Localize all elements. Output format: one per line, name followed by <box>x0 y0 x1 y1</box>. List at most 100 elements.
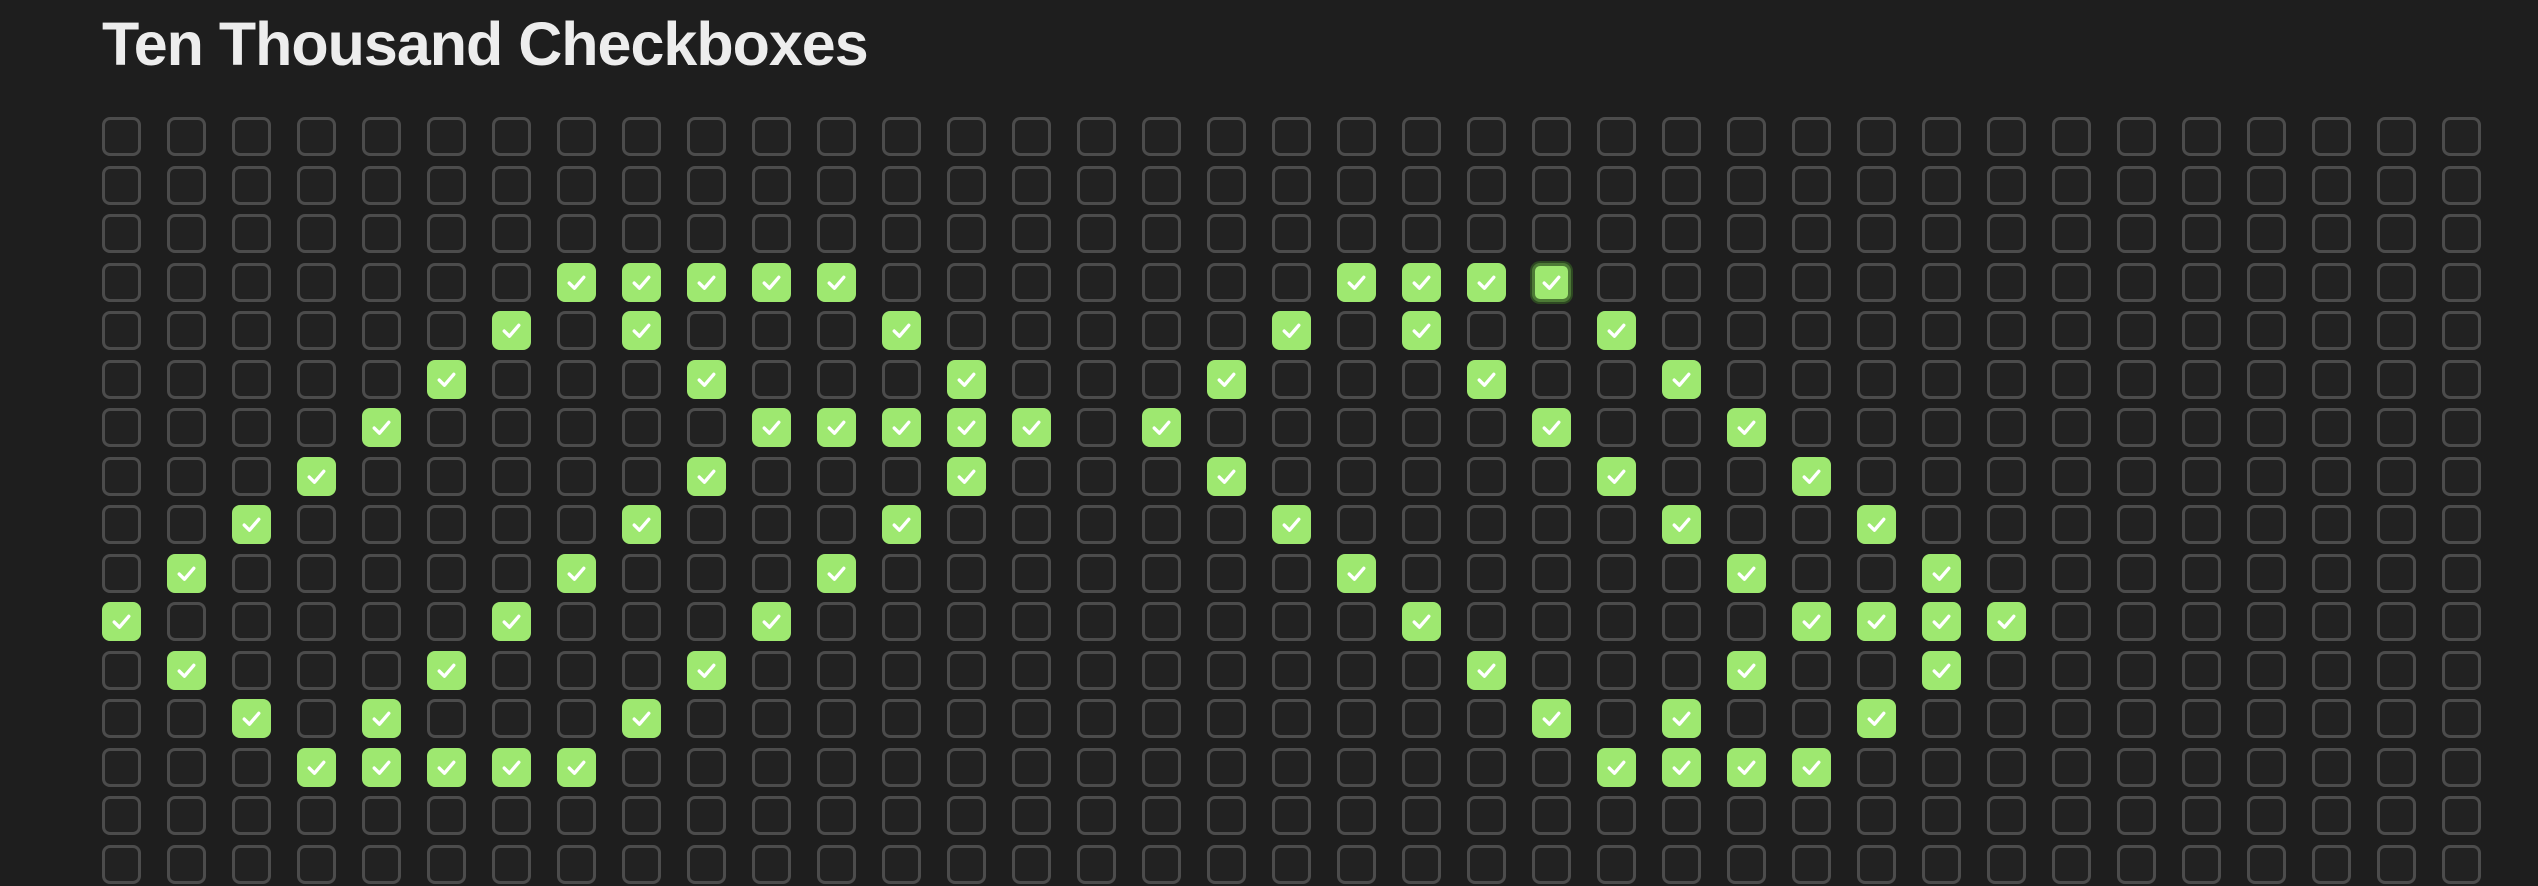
checkbox[interactable] <box>1857 456 1896 496</box>
checkbox[interactable] <box>232 602 271 641</box>
checkbox[interactable] <box>1012 747 1051 787</box>
checkbox[interactable] <box>427 214 466 253</box>
checkbox[interactable] <box>232 214 271 253</box>
checkbox[interactable] <box>1012 650 1051 690</box>
checkbox[interactable] <box>882 262 921 302</box>
checkbox[interactable] <box>297 650 336 690</box>
checkbox[interactable] <box>2377 553 2416 593</box>
checkbox[interactable] <box>2312 699 2351 738</box>
checkbox[interactable] <box>427 699 466 738</box>
checkbox[interactable] <box>1987 359 2026 399</box>
checkbox[interactable] <box>752 262 791 302</box>
checkbox[interactable] <box>557 165 596 205</box>
checkbox[interactable] <box>622 311 661 350</box>
checkbox[interactable] <box>1857 262 1896 302</box>
checkbox[interactable] <box>2247 262 2286 302</box>
checkbox[interactable] <box>1662 796 1701 835</box>
checkbox[interactable] <box>492 262 531 302</box>
checkbox[interactable] <box>1077 796 1116 835</box>
checkbox[interactable] <box>1857 602 1896 641</box>
checkbox[interactable] <box>752 214 791 253</box>
checkbox[interactable] <box>557 505 596 544</box>
checkbox[interactable] <box>1727 117 1766 156</box>
checkbox[interactable] <box>2377 117 2416 156</box>
checkbox[interactable] <box>1207 165 1246 205</box>
checkbox[interactable] <box>1467 408 1506 447</box>
checkbox[interactable] <box>102 699 141 738</box>
checkbox[interactable] <box>1662 553 1701 593</box>
checkbox[interactable] <box>1402 165 1441 205</box>
checkbox[interactable] <box>297 553 336 593</box>
checkbox[interactable] <box>557 553 596 593</box>
checkbox[interactable] <box>1922 117 1961 156</box>
checkbox[interactable] <box>2247 796 2286 835</box>
checkbox[interactable] <box>2247 214 2286 253</box>
checkbox[interactable] <box>492 165 531 205</box>
checkbox[interactable] <box>1987 408 2026 447</box>
checkbox[interactable] <box>2312 214 2351 253</box>
checkbox[interactable] <box>1077 311 1116 350</box>
checkbox[interactable] <box>1077 165 1116 205</box>
checkbox[interactable] <box>1337 650 1376 690</box>
checkbox[interactable] <box>1207 505 1246 544</box>
checkbox[interactable] <box>102 505 141 544</box>
checkbox[interactable] <box>1012 699 1051 738</box>
checkbox[interactable] <box>2117 505 2156 544</box>
checkbox[interactable] <box>102 796 141 835</box>
checkbox[interactable] <box>1337 699 1376 738</box>
checkbox[interactable] <box>752 844 791 884</box>
checkbox[interactable] <box>2117 456 2156 496</box>
checkbox[interactable] <box>1532 747 1571 787</box>
checkbox[interactable] <box>687 311 726 350</box>
checkbox[interactable] <box>882 553 921 593</box>
checkbox[interactable] <box>1792 650 1831 690</box>
checkbox[interactable] <box>1662 359 1701 399</box>
checkbox[interactable] <box>2312 117 2351 156</box>
checkbox[interactable] <box>2442 311 2481 350</box>
checkbox[interactable] <box>2117 262 2156 302</box>
checkbox[interactable] <box>102 165 141 205</box>
checkbox[interactable] <box>1662 602 1701 641</box>
checkbox[interactable] <box>1597 747 1636 787</box>
checkbox[interactable] <box>1792 262 1831 302</box>
checkbox[interactable] <box>102 456 141 496</box>
checkbox[interactable] <box>1727 699 1766 738</box>
checkbox[interactable] <box>2377 311 2416 350</box>
checkbox[interactable] <box>817 747 856 787</box>
checkbox[interactable] <box>1337 214 1376 253</box>
checkbox[interactable] <box>1727 747 1766 787</box>
checkbox[interactable] <box>2182 117 2221 156</box>
checkbox[interactable] <box>1792 117 1831 156</box>
checkbox[interactable] <box>2247 747 2286 787</box>
checkbox[interactable] <box>1857 747 1896 787</box>
checkbox[interactable] <box>2377 214 2416 253</box>
checkbox[interactable] <box>232 796 271 835</box>
checkbox[interactable] <box>1792 505 1831 544</box>
checkbox[interactable] <box>167 262 206 302</box>
checkbox[interactable] <box>1272 456 1311 496</box>
checkbox[interactable] <box>1337 505 1376 544</box>
checkbox[interactable] <box>817 844 856 884</box>
checkbox[interactable] <box>232 165 271 205</box>
checkbox[interactable] <box>2442 359 2481 399</box>
checkbox[interactable] <box>2442 602 2481 641</box>
checkbox[interactable] <box>1727 650 1766 690</box>
checkbox[interactable] <box>1727 505 1766 544</box>
checkbox[interactable] <box>752 650 791 690</box>
checkbox[interactable] <box>492 650 531 690</box>
checkbox[interactable] <box>492 699 531 738</box>
checkbox[interactable] <box>2442 699 2481 738</box>
checkbox[interactable] <box>492 553 531 593</box>
checkbox[interactable] <box>1532 602 1571 641</box>
checkbox[interactable] <box>1987 602 2026 641</box>
checkbox[interactable] <box>297 456 336 496</box>
checkbox[interactable] <box>427 456 466 496</box>
checkbox[interactable] <box>1792 456 1831 496</box>
checkbox[interactable] <box>1337 165 1376 205</box>
checkbox[interactable] <box>557 602 596 641</box>
checkbox[interactable] <box>1207 844 1246 884</box>
checkbox[interactable] <box>1402 796 1441 835</box>
checkbox[interactable] <box>1272 650 1311 690</box>
checkbox[interactable] <box>2052 747 2091 787</box>
checkbox[interactable] <box>1402 553 1441 593</box>
